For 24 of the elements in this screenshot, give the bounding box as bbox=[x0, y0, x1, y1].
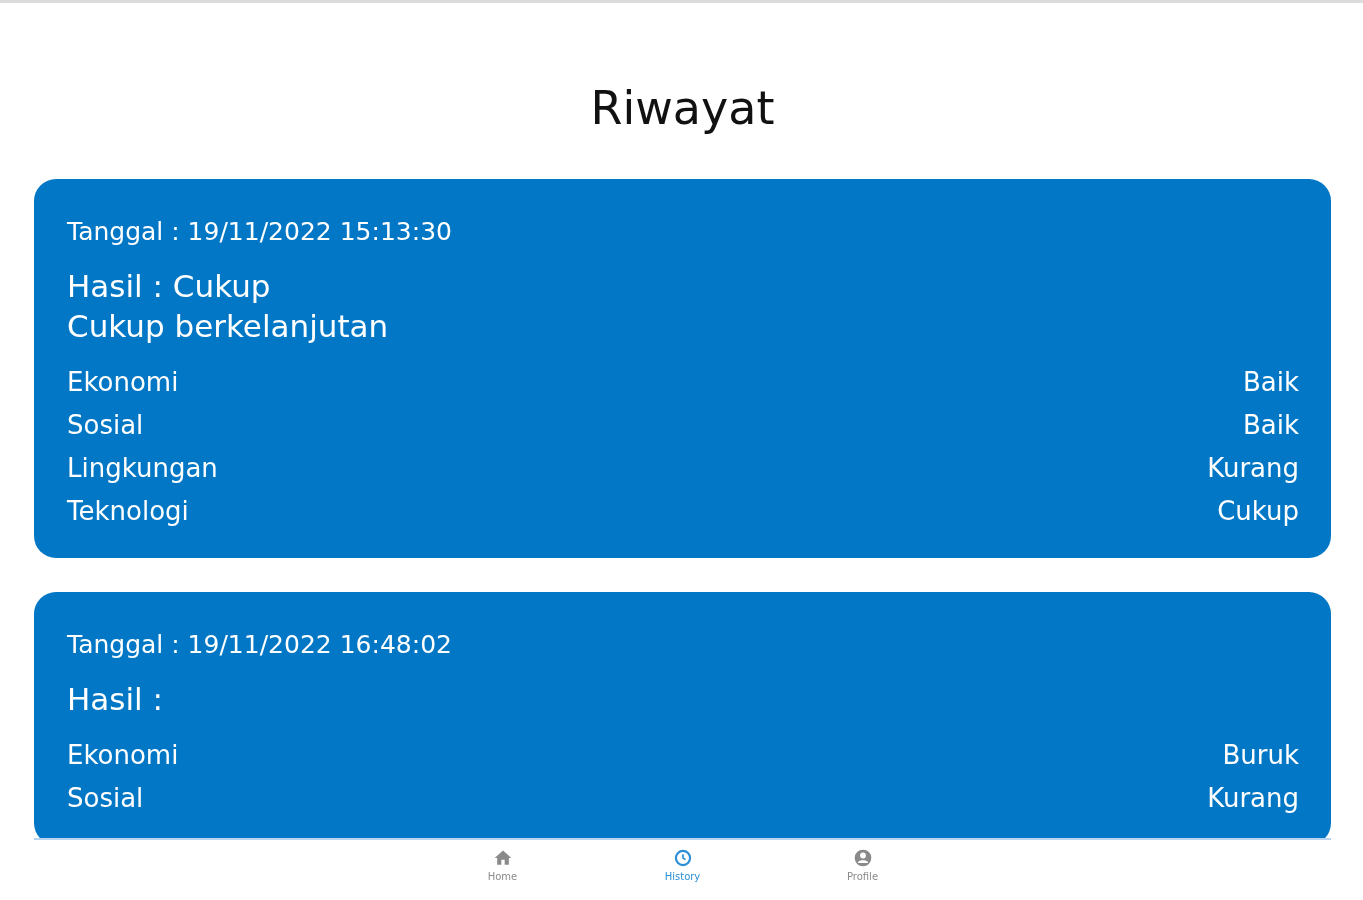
aspect-name: Sosial bbox=[67, 782, 144, 815]
nav-tab[interactable]: Home bbox=[467, 840, 538, 900]
home-icon bbox=[492, 848, 513, 868]
aspect-name: Sosial bbox=[67, 409, 144, 442]
user-icon bbox=[852, 848, 873, 868]
aspect-value: Baik bbox=[1242, 366, 1299, 399]
result-text: Hasil : Cukup bbox=[67, 268, 272, 304]
result-description: Cukup berkelanjutan bbox=[67, 308, 390, 344]
aspect-value: Buruk bbox=[1222, 739, 1299, 772]
aspect-name: Lingkungan bbox=[67, 452, 218, 485]
aspect-value: Kurang bbox=[1207, 782, 1299, 815]
date-text: Tanggal : 19/11/2022 15:13:30 bbox=[67, 217, 453, 246]
aspect-value: Baik bbox=[1242, 409, 1299, 442]
aspect-value: Cukup bbox=[1217, 495, 1299, 528]
nav-tab[interactable]: History bbox=[647, 840, 718, 900]
result-text: Hasil : bbox=[67, 681, 164, 717]
clock-icon bbox=[672, 848, 693, 868]
aspect-name: Teknologi bbox=[67, 495, 189, 528]
aspect-name: Ekonomi bbox=[67, 739, 179, 772]
date-text: Tanggal : 19/11/2022 16:48:02 bbox=[67, 630, 453, 659]
aspect-value: Kurang bbox=[1207, 452, 1299, 485]
nav-tab[interactable]: Profile bbox=[827, 840, 898, 900]
page-title: Riwayat bbox=[590, 81, 775, 135]
aspect-name: Ekonomi bbox=[67, 366, 179, 399]
